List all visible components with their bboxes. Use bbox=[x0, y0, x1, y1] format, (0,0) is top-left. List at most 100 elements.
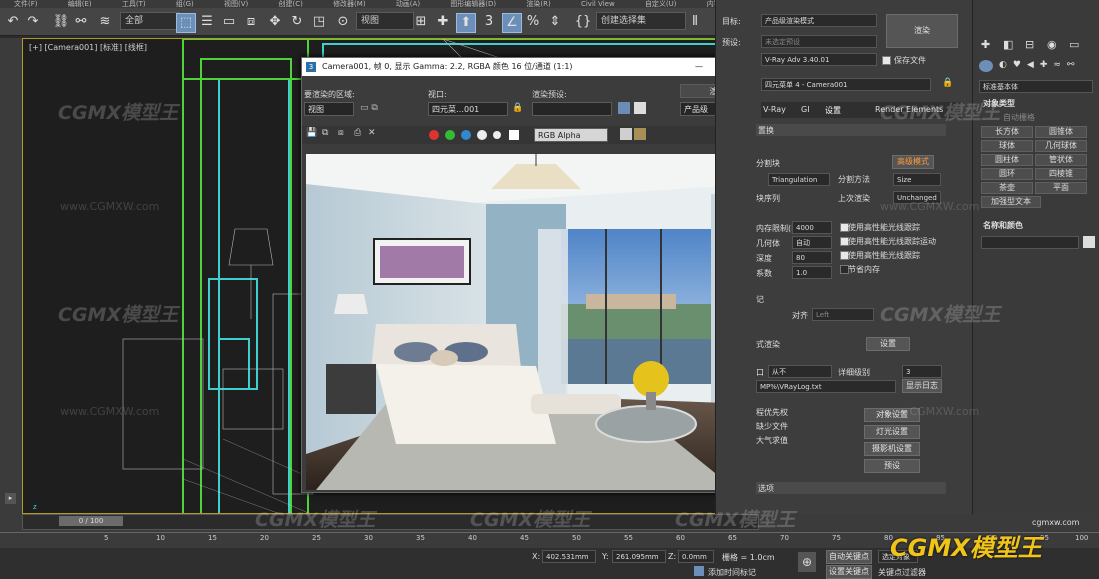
tab-settings[interactable]: 设置 bbox=[825, 105, 841, 116]
bind-space-warp-icon[interactable]: ≋ bbox=[96, 13, 114, 31]
tube-button[interactable]: 管状体 bbox=[1035, 154, 1087, 166]
torus-button[interactable]: 圆环 bbox=[981, 168, 1033, 180]
percent-snap-icon[interactable]: % bbox=[524, 13, 542, 31]
menu-content[interactable]: 内容 bbox=[707, 0, 715, 8]
cone-button[interactable]: 圆锥体 bbox=[1035, 126, 1087, 138]
plane-button[interactable]: 平面 bbox=[1035, 182, 1087, 194]
angle-snap-icon[interactable]: ∠ bbox=[502, 13, 522, 33]
geosphere-button[interactable]: 几何球体 bbox=[1035, 140, 1087, 152]
save-file-checkbox[interactable] bbox=[882, 56, 891, 65]
split-method-dropdown[interactable]: Size bbox=[893, 173, 941, 186]
spinner-snap-icon[interactable]: ⇕ bbox=[546, 13, 564, 31]
hierarchy-tab-icon[interactable]: ⊟ bbox=[1025, 38, 1034, 51]
menu-graph-editors[interactable]: 图形编辑器(D) bbox=[450, 0, 496, 8]
lock-icon[interactable]: 🔒 bbox=[512, 103, 523, 113]
pyramid-button[interactable]: 四棱锥 bbox=[1035, 168, 1087, 180]
alpha-channel-icon[interactable] bbox=[477, 130, 487, 140]
minimize-icon[interactable]: — bbox=[695, 58, 703, 76]
sphere-button[interactable]: 球体 bbox=[981, 140, 1033, 152]
light-settings-button[interactable]: 灯光设置 bbox=[864, 425, 920, 439]
align-dropdown[interactable]: Left bbox=[812, 308, 874, 321]
select-manipulate-icon[interactable]: ✚ bbox=[434, 13, 452, 31]
distributed-settings-button[interactable]: 设置 bbox=[866, 337, 910, 351]
modify-tab-icon[interactable]: ◧ bbox=[1003, 38, 1013, 51]
env-setup-icon[interactable] bbox=[618, 102, 630, 114]
menu-file[interactable]: 文件(F) bbox=[14, 0, 38, 8]
menu-create[interactable]: 创建(C) bbox=[278, 0, 302, 8]
link-icon[interactable]: ⛓ bbox=[52, 13, 70, 31]
keyboard-shortcut-override-icon[interactable]: ⬆ bbox=[456, 13, 476, 33]
toggle-ui-overlay-icon[interactable] bbox=[620, 128, 632, 140]
section-options[interactable]: 选项 bbox=[756, 482, 946, 494]
print-icon[interactable]: ⎙ bbox=[354, 128, 361, 138]
redo-icon[interactable]: ↷ bbox=[24, 13, 42, 31]
renderer-dropdown[interactable]: V-Ray Adv 3.40.01 bbox=[761, 53, 877, 66]
y-coordinate-input[interactable]: 261.095mm bbox=[612, 550, 666, 563]
tab-render-elements[interactable]: Render Elements bbox=[875, 105, 943, 114]
menu-modifiers[interactable]: 修改器(M) bbox=[333, 0, 366, 8]
green-channel-icon[interactable] bbox=[445, 130, 455, 140]
advanced-mode-button[interactable]: 高级模式 bbox=[892, 155, 934, 169]
box-button[interactable]: 长方体 bbox=[981, 126, 1033, 138]
time-slider[interactable]: 0 / 100 bbox=[22, 514, 759, 530]
menu-animation[interactable]: 动画(A) bbox=[396, 0, 420, 8]
copy-image-icon[interactable]: ⧉ bbox=[322, 128, 328, 138]
lock-view-icon[interactable]: 🔒 bbox=[942, 78, 953, 88]
geometry-icon[interactable] bbox=[979, 60, 993, 72]
set-key-button[interactable]: 设置关键点 bbox=[826, 565, 872, 579]
camera-settings-button[interactable]: 摄影机设置 bbox=[864, 442, 920, 456]
motion-tab-icon[interactable]: ◉ bbox=[1047, 38, 1057, 51]
object-type-header[interactable]: 对象类型 bbox=[983, 98, 1015, 109]
channel-dropdown[interactable]: RGB Alpha bbox=[534, 128, 608, 142]
category-dropdown[interactable]: 标准基本体 bbox=[979, 80, 1093, 93]
render-button[interactable]: 渲染 bbox=[886, 14, 958, 48]
save-image-icon[interactable]: 💾 bbox=[306, 128, 317, 138]
presets-button[interactable]: 预设 bbox=[864, 459, 920, 473]
tab-gi[interactable]: GI bbox=[801, 105, 810, 114]
mirror-icon[interactable]: ⫴ bbox=[686, 13, 704, 31]
menu-views[interactable]: 视图(V) bbox=[224, 0, 248, 8]
area-to-render-dropdown[interactable]: 视图 bbox=[304, 102, 354, 116]
mono-channel-icon[interactable] bbox=[493, 131, 501, 139]
play-icon[interactable]: ▸ bbox=[5, 493, 16, 504]
create-tab-icon[interactable]: ✚ bbox=[981, 38, 990, 51]
menu-civil-view[interactable]: Civil View bbox=[581, 0, 615, 8]
key-filters-button[interactable]: 关键点过滤器 bbox=[878, 567, 926, 578]
render-window-titlebar[interactable]: 3 Camera001, 帧 0, 显示 Gamma: 2.2, RGBA 颜色… bbox=[302, 58, 755, 76]
textplus-button[interactable]: 加强型文本 bbox=[981, 196, 1041, 208]
swatch-icon[interactable] bbox=[509, 130, 519, 140]
place-icon[interactable]: ⊙ bbox=[334, 13, 352, 31]
bucket-type-dropdown[interactable]: Triangulation bbox=[768, 173, 830, 186]
reference-coordinate-dropdown[interactable]: 视图 bbox=[356, 12, 414, 30]
menu-edit[interactable]: 编辑(E) bbox=[68, 0, 92, 8]
select-object-icon[interactable]: ⬚ bbox=[176, 13, 196, 33]
menu-rendering[interactable]: 渲染(R) bbox=[526, 0, 550, 8]
dynamic-memory-input[interactable]: 4000 bbox=[792, 221, 832, 234]
menu-customize[interactable]: 自定义(U) bbox=[645, 0, 677, 8]
preset-dropdown[interactable]: 未选定预设 bbox=[761, 35, 877, 48]
view-to-render-dropdown[interactable]: 四元菜单 4 - Camera001 bbox=[761, 78, 931, 91]
section-displacement[interactable]: 置换 bbox=[756, 124, 946, 136]
move-icon[interactable]: ✥ bbox=[266, 13, 284, 31]
edit-named-selection-icon[interactable]: {} bbox=[574, 13, 592, 31]
display-tab-icon[interactable]: ▭ bbox=[1069, 38, 1079, 51]
set-key-icon[interactable]: ⊕ bbox=[798, 552, 816, 572]
add-time-tag-link[interactable]: 添加时间标记 bbox=[708, 567, 756, 578]
tab-vray[interactable]: V-Ray bbox=[763, 105, 786, 114]
cylinder-button[interactable]: 圆柱体 bbox=[981, 154, 1033, 166]
depth-input[interactable]: 80 bbox=[792, 251, 832, 264]
pivot-center-icon[interactable]: ⊞ bbox=[412, 13, 430, 31]
log-window-dropdown[interactable]: 从不 bbox=[768, 365, 832, 378]
viewport-dropdown[interactable]: 四元菜…001 bbox=[428, 102, 508, 116]
name-and-color-header[interactable]: 名称和颜色 bbox=[983, 220, 1023, 231]
clone-window-icon[interactable]: ⧈ bbox=[338, 128, 344, 138]
render-preset-dropdown[interactable] bbox=[532, 102, 612, 116]
scale-icon[interactable]: ◳ bbox=[310, 13, 328, 31]
clear-icon[interactable]: ✕ bbox=[368, 128, 376, 138]
select-by-name-icon[interactable]: ☰ bbox=[198, 13, 216, 31]
blue-channel-icon[interactable] bbox=[461, 130, 471, 140]
menu-tools[interactable]: 工具(T) bbox=[122, 0, 146, 8]
named-selection-dropdown[interactable]: 创建选择集 bbox=[596, 12, 686, 30]
unlink-icon[interactable]: ⚯ bbox=[72, 13, 90, 31]
create-category-icons[interactable]: ◐♥◀✚≈⚯ bbox=[999, 60, 1080, 70]
